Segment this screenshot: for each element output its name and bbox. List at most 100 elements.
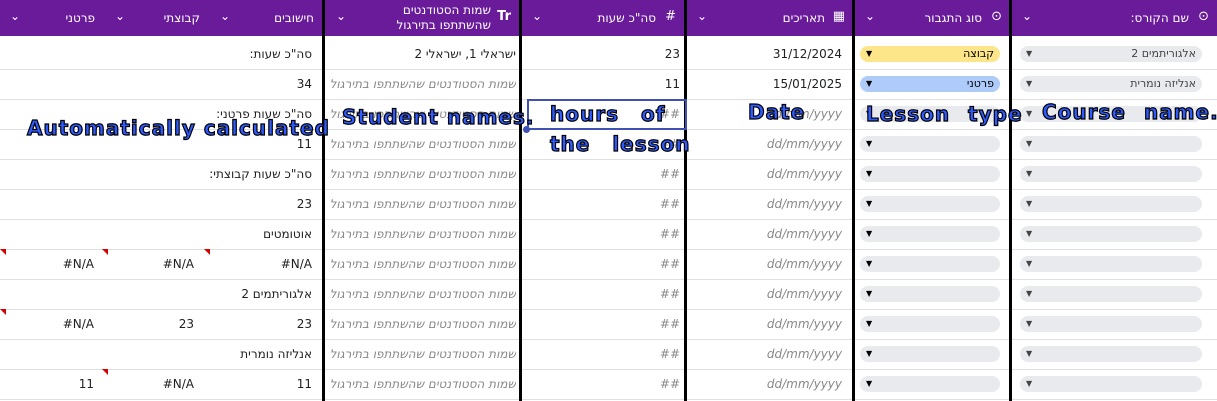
course-select[interactable]: ▼ bbox=[1020, 196, 1202, 212]
course-select[interactable]: ▼ bbox=[1020, 166, 1202, 182]
students-cell[interactable]: שמות הסטודנטים שהשתתפו בתירגול bbox=[328, 189, 516, 219]
lesson-type-select[interactable]: ▼ bbox=[860, 346, 1000, 362]
dropdown-arrow-icon[interactable]: ▼ bbox=[866, 256, 872, 272]
dropdown-arrow-icon[interactable]: ▼ bbox=[1026, 136, 1032, 152]
dropdown-arrow-icon[interactable]: ▼ bbox=[1026, 46, 1032, 62]
course-select[interactable]: ▼ bbox=[1020, 226, 1202, 242]
date-cell[interactable]: dd/mm/yyyy bbox=[700, 189, 842, 219]
course-select[interactable]: ▼ bbox=[1020, 316, 1202, 332]
calc-cell[interactable]: אנליזה נומרית bbox=[214, 339, 312, 369]
course-select[interactable]: ▼ אנליזה נומרית bbox=[1020, 76, 1202, 92]
hours-cell[interactable]: ## bbox=[535, 159, 680, 189]
hours-cell[interactable]: ## bbox=[535, 369, 680, 399]
hours-cell[interactable]: ## bbox=[535, 219, 680, 249]
group-cell[interactable]: #N/A bbox=[108, 369, 194, 399]
course-select[interactable]: ▼ bbox=[1020, 376, 1202, 392]
hours-cell[interactable]: ## bbox=[535, 279, 680, 309]
lesson-type-select[interactable]: ▼ bbox=[860, 376, 1000, 392]
lesson-type-select[interactable]: ▼ bbox=[860, 226, 1000, 242]
date-cell[interactable]: 15/01/2025 bbox=[700, 69, 842, 99]
students-cell[interactable]: שמות הסטודנטים שהשתתפו בתירגול bbox=[328, 219, 516, 249]
group-cell[interactable]: #N/A bbox=[108, 249, 194, 279]
students-cell[interactable]: שמות הסטודנטים שהשתתפו בתירגול bbox=[328, 69, 516, 99]
students-cell[interactable]: שמות הסטודנטים שהשתתפו בתירגול bbox=[328, 369, 516, 399]
calc-cell[interactable]: 23 bbox=[214, 189, 312, 219]
calc-cell[interactable]: #N/A bbox=[214, 249, 312, 279]
lesson-type-select[interactable]: ▼ bbox=[860, 196, 1000, 212]
students-cell[interactable]: ישראלי 1, ישראלי 2 bbox=[328, 39, 516, 69]
lesson-type-select[interactable]: ▼ bbox=[860, 256, 1000, 272]
dropdown-arrow-icon[interactable]: ▼ bbox=[1026, 196, 1032, 212]
course-select[interactable]: ▼ bbox=[1020, 136, 1202, 152]
calc-cell[interactable]: 11 bbox=[214, 369, 312, 399]
date-cell[interactable]: dd/mm/yyyy bbox=[700, 279, 842, 309]
calc-cell[interactable]: אוטומטים bbox=[214, 219, 312, 249]
private-cell[interactable]: #N/A bbox=[4, 249, 94, 279]
calc-cell[interactable]: אלגוריתמים 2 bbox=[214, 279, 312, 309]
header-private[interactable]: פרטני ⌄ bbox=[0, 0, 105, 36]
header-group[interactable]: קבוצתי ⌄ bbox=[105, 0, 210, 36]
lesson-type-select[interactable]: ▼ bbox=[860, 316, 1000, 332]
course-select[interactable]: ▼ אלגוריתמים 2 bbox=[1020, 46, 1202, 62]
header-type[interactable]: ⊙ סוג התגבור ⌄ bbox=[855, 0, 1010, 36]
dropdown-arrow-icon[interactable]: ▼ bbox=[1026, 316, 1032, 332]
course-select[interactable]: ▼ bbox=[1020, 256, 1202, 272]
dropdown-arrow-icon[interactable]: ▼ bbox=[866, 166, 872, 182]
calc-cell[interactable]: סה"כ שעות: bbox=[214, 39, 312, 69]
header-hours[interactable]: # סה"כ שעות ⌄ bbox=[522, 0, 684, 36]
course-select[interactable]: ▼ bbox=[1020, 346, 1202, 362]
dropdown-arrow-icon[interactable]: ▼ bbox=[1026, 286, 1032, 302]
private-cell[interactable]: #N/A bbox=[4, 309, 94, 339]
hours-cell[interactable]: ## bbox=[535, 249, 680, 279]
chevron-down-icon[interactable]: ⌄ bbox=[532, 9, 542, 23]
dropdown-arrow-icon[interactable]: ▼ bbox=[866, 286, 872, 302]
date-cell[interactable]: dd/mm/yyyy bbox=[700, 309, 842, 339]
chevron-down-icon[interactable]: ⌄ bbox=[697, 9, 707, 23]
dropdown-arrow-icon[interactable]: ▼ bbox=[1026, 166, 1032, 182]
dropdown-arrow-icon[interactable]: ▼ bbox=[866, 46, 872, 62]
dropdown-arrow-icon[interactable]: ▼ bbox=[1026, 256, 1032, 272]
hours-cell[interactable]: 11 bbox=[535, 69, 680, 99]
dropdown-arrow-icon[interactable]: ▼ bbox=[866, 226, 872, 242]
dropdown-arrow-icon[interactable]: ▼ bbox=[1026, 76, 1032, 92]
lesson-type-select[interactable]: ▼ bbox=[860, 166, 1000, 182]
date-cell[interactable]: dd/mm/yyyy bbox=[700, 219, 842, 249]
date-cell[interactable]: dd/mm/yyyy bbox=[700, 339, 842, 369]
dropdown-arrow-icon[interactable]: ▼ bbox=[866, 196, 872, 212]
header-calc[interactable]: חישובים ⌄ bbox=[210, 0, 324, 36]
header-date[interactable]: ▦ תאריכים ⌄ bbox=[687, 0, 853, 36]
header-course[interactable]: ⊙ שם הקורס: ⌄ bbox=[1012, 0, 1217, 36]
course-select[interactable]: ▼ bbox=[1020, 286, 1202, 302]
group-cell[interactable]: 23 bbox=[108, 309, 194, 339]
dropdown-arrow-icon[interactable]: ▼ bbox=[866, 136, 872, 152]
chevron-down-icon[interactable]: ⌄ bbox=[336, 9, 346, 23]
students-cell[interactable]: שמות הסטודנטים שהשתתפו בתירגול bbox=[328, 249, 516, 279]
chevron-down-icon[interactable]: ⌄ bbox=[865, 9, 875, 23]
chevron-down-icon[interactable]: ⌄ bbox=[115, 9, 125, 23]
lesson-type-select[interactable]: ▼ bbox=[860, 136, 1000, 152]
dropdown-arrow-icon[interactable]: ▼ bbox=[866, 376, 872, 392]
dropdown-arrow-icon[interactable]: ▼ bbox=[866, 346, 872, 362]
lesson-type-select[interactable]: ▼ bbox=[860, 286, 1000, 302]
chevron-down-icon[interactable]: ⌄ bbox=[220, 9, 230, 23]
date-cell[interactable]: 31/12/2024 bbox=[700, 39, 842, 69]
dropdown-arrow-icon[interactable]: ▼ bbox=[1026, 226, 1032, 242]
calc-cell[interactable]: 23 bbox=[214, 309, 312, 339]
dropdown-arrow-icon[interactable]: ▼ bbox=[866, 76, 872, 92]
header-students[interactable]: Tr שמות הסטודנטים שהשתתפו בתירגול ⌄ bbox=[326, 0, 519, 36]
date-cell[interactable]: dd/mm/yyyy bbox=[700, 159, 842, 189]
calc-cell[interactable]: סה"כ שעות קבוצתי: bbox=[209, 159, 312, 189]
lesson-type-select[interactable]: ▼ קבוצה bbox=[860, 46, 1000, 62]
students-cell[interactable]: שמות הסטודנטים שהשתתפו בתירגול bbox=[328, 159, 516, 189]
calc-cell[interactable]: 34 bbox=[214, 69, 312, 99]
dropdown-arrow-icon[interactable]: ▼ bbox=[866, 316, 872, 332]
students-cell[interactable]: שמות הסטודנטים שהשתתפו בתירגול bbox=[328, 339, 516, 369]
lesson-type-select[interactable]: ▼ פרטני bbox=[860, 76, 1000, 92]
dropdown-arrow-icon[interactable]: ▼ bbox=[1026, 376, 1032, 392]
students-cell[interactable]: שמות הסטודנטים שהשתתפו בתירגול bbox=[328, 279, 516, 309]
chevron-down-icon[interactable]: ⌄ bbox=[10, 9, 20, 23]
hours-cell[interactable]: ## bbox=[535, 189, 680, 219]
dropdown-arrow-icon[interactable]: ▼ bbox=[1026, 346, 1032, 362]
dropdown-arrow-icon[interactable]: ▼ bbox=[1026, 106, 1032, 122]
students-cell[interactable]: שמות הסטודנטים שהשתתפו בתירגול bbox=[328, 309, 516, 339]
